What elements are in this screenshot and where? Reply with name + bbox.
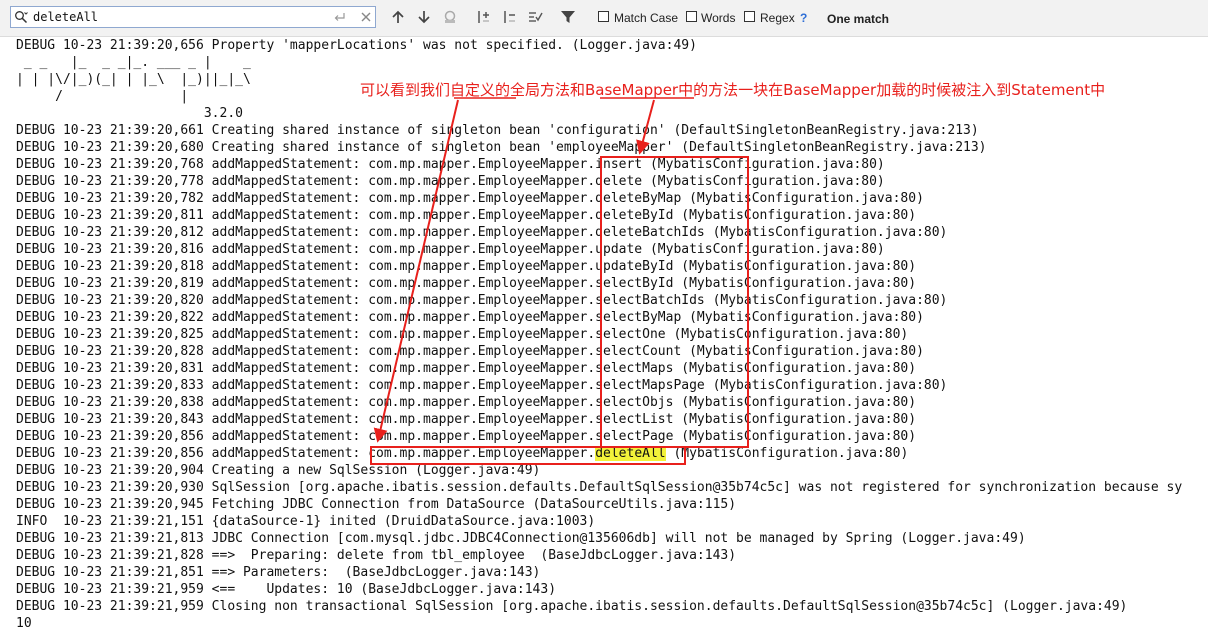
match-count: One match [827,12,890,26]
regex-label[interactable]: Regex [760,11,795,25]
words-label[interactable]: Words [701,11,735,25]
remove-occurrence-icon[interactable] [501,9,517,25]
method-names-box [600,156,749,448]
regex-help-link[interactable]: ? [800,11,807,25]
find-usages-icon[interactable] [442,9,458,25]
arrow-to-delete-all [373,99,459,443]
filter-icon[interactable] [560,9,576,25]
words-checkbox[interactable] [686,11,697,22]
match-case-label[interactable]: Match Case [614,11,678,25]
search-input[interactable] [33,9,333,25]
match-case-checkbox[interactable] [598,11,609,22]
search-field[interactable] [10,6,376,28]
close-icon[interactable] [360,11,372,23]
previous-occurrence-icon[interactable] [390,9,406,25]
select-all-occurrences-icon[interactable] [527,9,543,25]
enter-icon[interactable] [333,10,347,24]
search-toolbar: Match Case Words Regex ? One match [0,0,1208,37]
annotation-overlay [370,97,749,465]
regex-checkbox[interactable] [744,11,755,22]
add-occurrence-icon[interactable] [475,9,491,25]
delete-all-box [370,446,686,465]
search-icon[interactable] [14,10,28,24]
next-occurrence-icon[interactable] [416,9,432,25]
arrow-to-method-names [636,99,655,155]
